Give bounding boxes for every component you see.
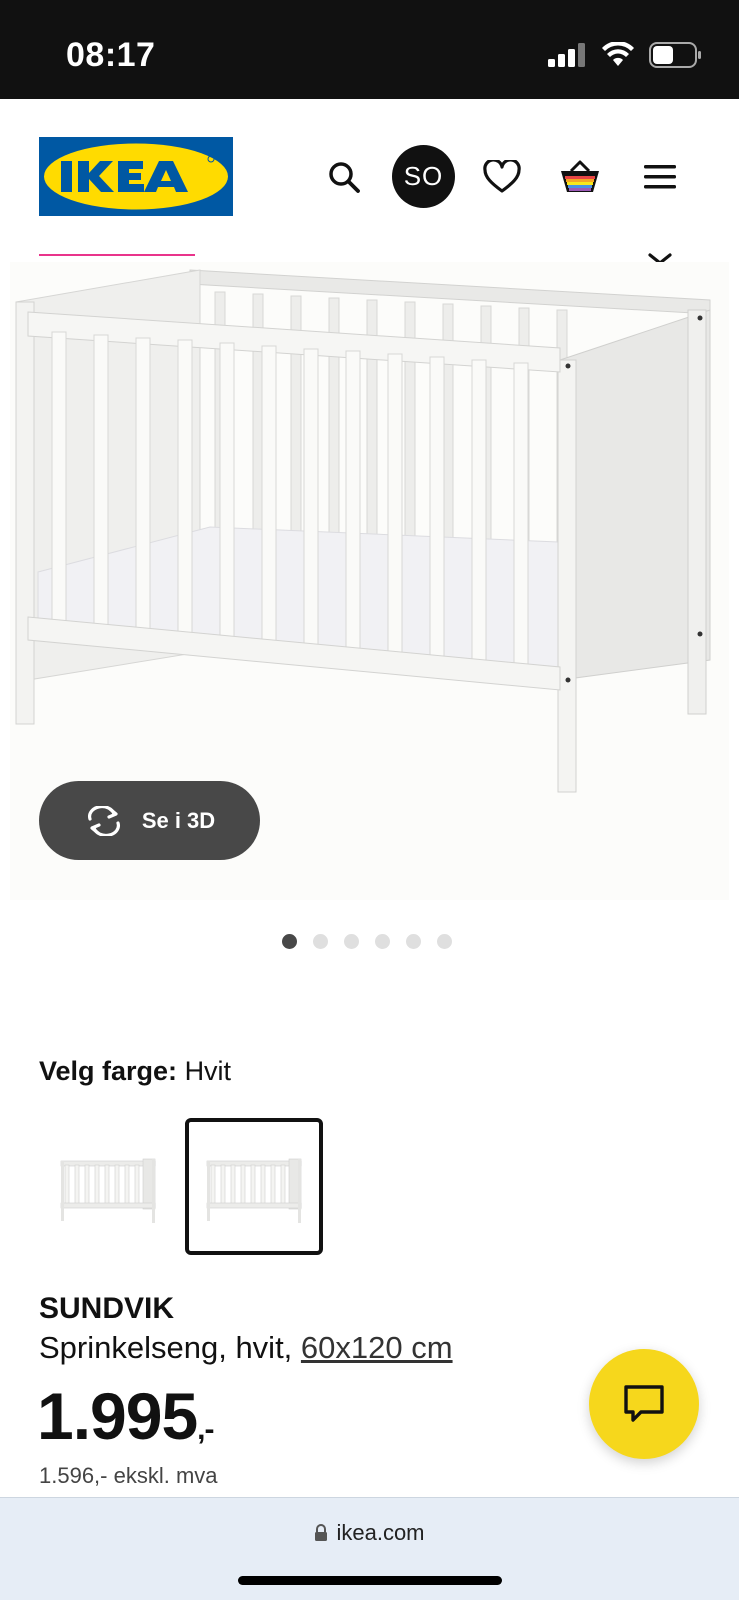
heart-icon — [483, 160, 521, 193]
status-icons — [547, 42, 703, 68]
carousel-dot[interactable] — [375, 934, 390, 949]
price-suffix: ,- — [197, 1413, 214, 1446]
favorites-button[interactable] — [470, 145, 534, 209]
battery-icon — [649, 42, 701, 68]
browser-address-bar: ikea.com — [0, 1497, 739, 1600]
signal-icon — [548, 43, 585, 67]
product-size-link[interactable]: 60x120 cm — [301, 1330, 453, 1365]
basket-icon — [561, 160, 599, 192]
color-value: Hvit — [184, 1056, 232, 1086]
menu-button[interactable] — [628, 145, 692, 209]
carousel-dot[interactable] — [282, 934, 297, 949]
carousel-dot[interactable] — [406, 934, 421, 949]
color-selector-label: Velg farge: Hvit — [39, 1056, 231, 1087]
url-field[interactable]: ikea.com — [0, 1520, 739, 1546]
status-time: 08:17 — [66, 36, 156, 74]
product-name: SUNDVIK — [39, 1292, 175, 1325]
carousel-dot[interactable] — [313, 934, 328, 949]
view-in-3d-button[interactable]: Se i 3D — [39, 781, 260, 860]
view-in-3d-label: Se i 3D — [141, 807, 216, 833]
color-swatch-option-selected[interactable] — [185, 1118, 323, 1255]
wifi-icon — [602, 42, 634, 66]
product-price: 1.995,- — [37, 1378, 215, 1454]
color-swatch-option[interactable] — [39, 1118, 177, 1255]
ikea-logo[interactable] — [39, 137, 233, 216]
search-icon — [329, 162, 360, 193]
crib-thumbnail — [60, 1158, 156, 1223]
carousel-dot[interactable] — [437, 934, 452, 949]
url-text: ikea.com — [336, 1520, 425, 1545]
carousel-dot[interactable] — [344, 934, 359, 949]
chat-button[interactable] — [589, 1349, 699, 1459]
product-description: Sprinkelseng, hvit, 60x120 cm — [39, 1330, 453, 1366]
product-image[interactable]: Se i 3D — [10, 262, 729, 900]
product-description-text: Sprinkelseng, hvit, — [39, 1330, 301, 1365]
accent-underline — [39, 254, 195, 256]
price-excl-vat: 1.596,- ekskl. mva — [39, 1463, 218, 1488]
rotate-3d-icon — [87, 805, 120, 836]
hamburger-menu-icon — [644, 165, 676, 189]
cart-button[interactable] — [548, 145, 612, 209]
crib-thumbnail — [206, 1158, 302, 1223]
search-button[interactable] — [312, 145, 376, 209]
price-value: 1.995 — [37, 1379, 198, 1453]
home-indicator — [238, 1576, 502, 1585]
status-bar: 08:17 — [0, 0, 739, 99]
color-label-prefix: Velg farge: — [39, 1056, 178, 1086]
profile-avatar[interactable]: SO — [392, 145, 455, 208]
site-header: SO — [0, 99, 739, 249]
image-carousel-dots — [282, 934, 452, 949]
chat-bubble-icon — [624, 1385, 664, 1422]
lock-icon — [315, 1524, 328, 1541]
